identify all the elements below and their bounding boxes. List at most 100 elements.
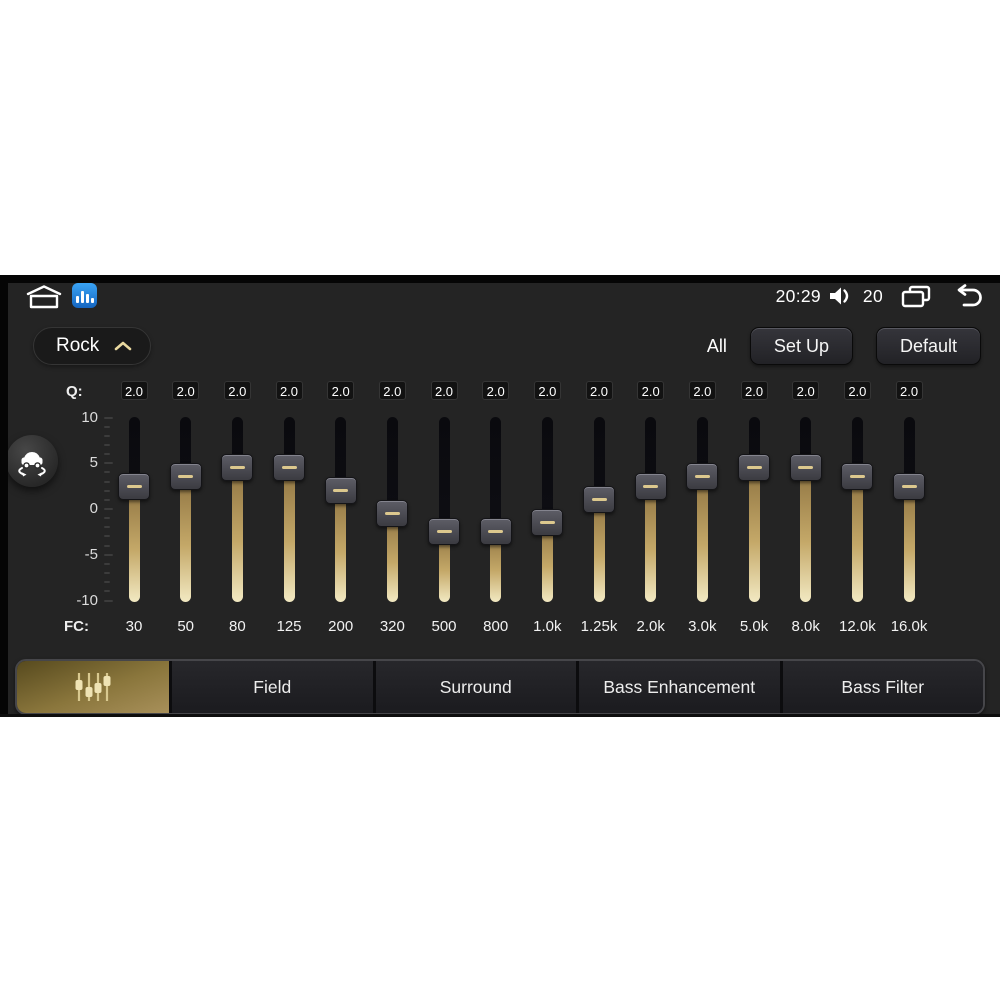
tab-bass-filter[interactable]: Bass Filter — [782, 661, 983, 713]
gain-scale-label: -10 — [76, 591, 98, 609]
tab-surround[interactable]: Surround — [375, 661, 576, 713]
slider-fill-2.0k — [645, 486, 657, 602]
app-icon-bar — [75, 296, 79, 303]
q-value-band-5.0k[interactable]: 2.0 — [740, 381, 768, 400]
slider-fill-125 — [283, 467, 295, 602]
preset-label: Rock — [56, 335, 100, 356]
gain-tick — [104, 553, 113, 556]
gain-scale-label: 0 — [89, 500, 98, 517]
q-value-band-12.0k[interactable]: 2.0 — [843, 381, 871, 400]
q-value-band-1.0k[interactable]: 2.0 — [533, 381, 561, 400]
app-icon-bar — [90, 298, 94, 303]
tab-label: Bass Filter — [841, 676, 925, 697]
slider-handle-30[interactable] — [118, 472, 150, 500]
handle-grip-line — [901, 484, 917, 488]
slider-handle-12.0k[interactable] — [841, 463, 874, 491]
slider-handle-1.0k[interactable] — [531, 509, 564, 537]
slider-handle-500[interactable] — [428, 518, 461, 546]
handle-grip-line — [126, 484, 142, 488]
q-value-band-50[interactable]: 2.0 — [172, 381, 200, 400]
app-icon-bar — [80, 291, 84, 303]
q-value-band-200[interactable]: 2.0 — [327, 381, 355, 400]
all-label[interactable]: All — [707, 336, 727, 357]
slider-handle-8.0k[interactable] — [789, 454, 822, 482]
bezel-bottom — [0, 714, 1000, 717]
slider-fill-80 — [231, 467, 243, 602]
gain-tick — [104, 416, 113, 419]
gain-scale-label: -5 — [84, 545, 98, 563]
q-value-band-500[interactable]: 2.0 — [430, 381, 458, 400]
gain-tick — [104, 526, 110, 529]
equalizer-sliders-icon — [75, 673, 111, 701]
equalizer-app-icon[interactable] — [72, 283, 97, 308]
slider-fill-30 — [128, 486, 140, 602]
slider-fill-16.0k — [903, 486, 915, 602]
recent-apps-icon[interactable] — [900, 284, 932, 309]
slider-handle-1.25k[interactable] — [583, 486, 616, 514]
clock: 20:29 — [775, 285, 821, 306]
handle-grip-line — [436, 530, 452, 534]
gain-tick — [104, 590, 110, 593]
slider-handle-125[interactable] — [273, 454, 305, 482]
gain-tick — [104, 508, 113, 510]
volume-level: 20 — [862, 285, 883, 306]
tab-equalizer[interactable] — [17, 661, 169, 713]
slider-handle-5.0k[interactable] — [738, 454, 771, 482]
q-value-band-8.0k[interactable]: 2.0 — [792, 381, 820, 400]
slider-handle-50[interactable] — [169, 463, 202, 491]
handle-grip-line — [281, 466, 297, 470]
handle-grip-line — [591, 498, 607, 502]
volume-icon[interactable] — [828, 286, 852, 306]
status-cluster: 20:29 20 — [776, 281, 986, 311]
slider-fill-200 — [335, 490, 347, 602]
handle-grip-line — [178, 475, 194, 479]
slider-handle-200[interactable] — [324, 477, 357, 505]
tab-field[interactable]: Field — [172, 661, 373, 713]
tab-label: Bass Enhancement — [603, 676, 756, 697]
handle-grip-line — [333, 489, 349, 493]
q-value-band-2.0k[interactable]: 2.0 — [637, 381, 665, 400]
gain-tick — [104, 489, 110, 492]
gain-scale-label: 5 — [89, 454, 98, 472]
q-value-band-800[interactable]: 2.0 — [482, 381, 510, 400]
tab-label: Surround — [439, 676, 512, 697]
gain-tick — [104, 517, 110, 520]
q-value-band-320[interactable]: 2.0 — [378, 381, 406, 400]
gain-tick — [104, 471, 110, 474]
slider-handle-320[interactable] — [376, 500, 409, 528]
gain-tick — [104, 599, 113, 602]
gain-tick — [104, 544, 110, 547]
preset-selector[interactable]: Rock — [33, 327, 152, 365]
gain-tick — [104, 443, 110, 446]
slider-handle-2.0k[interactable] — [634, 472, 667, 500]
q-value-band-80[interactable]: 2.0 — [223, 381, 251, 400]
q-row-label: Q: — [66, 383, 83, 400]
slider-handle-16.0k[interactable] — [893, 472, 926, 500]
default-button[interactable]: Default — [875, 327, 981, 365]
gain-tick — [104, 434, 110, 437]
gain-tick — [104, 453, 110, 456]
setup-button[interactable]: Set Up — [749, 327, 853, 365]
car-surround-icon — [18, 452, 46, 477]
handle-grip-line — [746, 466, 762, 470]
slider-handle-3.0k[interactable] — [686, 463, 719, 491]
q-value-band-1.25k[interactable]: 2.0 — [585, 381, 613, 400]
handle-grip-line — [643, 484, 659, 488]
slider-fill-12.0k — [851, 476, 863, 602]
back-icon[interactable] — [952, 284, 986, 308]
q-value-band-16.0k[interactable]: 2.0 — [895, 381, 923, 400]
slider-fill-50 — [180, 476, 192, 602]
handle-grip-line — [539, 521, 555, 525]
gain-tick — [104, 562, 110, 565]
q-value-band-125[interactable]: 2.0 — [275, 381, 303, 400]
app-icon-bar — [85, 294, 89, 303]
q-value-band-3.0k[interactable]: 2.0 — [688, 381, 716, 400]
home-button[interactable] — [25, 284, 63, 310]
q-value-band-30[interactable]: 2.0 — [120, 381, 148, 400]
slider-handle-800[interactable] — [479, 518, 512, 546]
tab-bass-enhancement[interactable]: Bass Enhancement — [579, 661, 780, 713]
bezel-left — [0, 275, 8, 717]
slider-handle-80[interactable] — [221, 454, 254, 482]
car-surround-button[interactable] — [6, 435, 58, 487]
gain-tick — [104, 535, 110, 538]
